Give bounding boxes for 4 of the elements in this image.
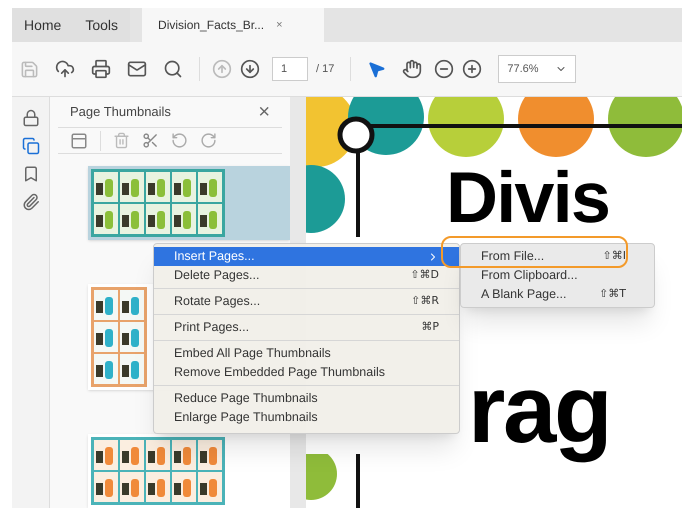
panel-title: Page Thumbnails	[70, 103, 171, 122]
page-total: / 17	[316, 62, 334, 77]
document-title: rag	[468, 355, 610, 465]
document-title: Divis	[446, 159, 610, 238]
